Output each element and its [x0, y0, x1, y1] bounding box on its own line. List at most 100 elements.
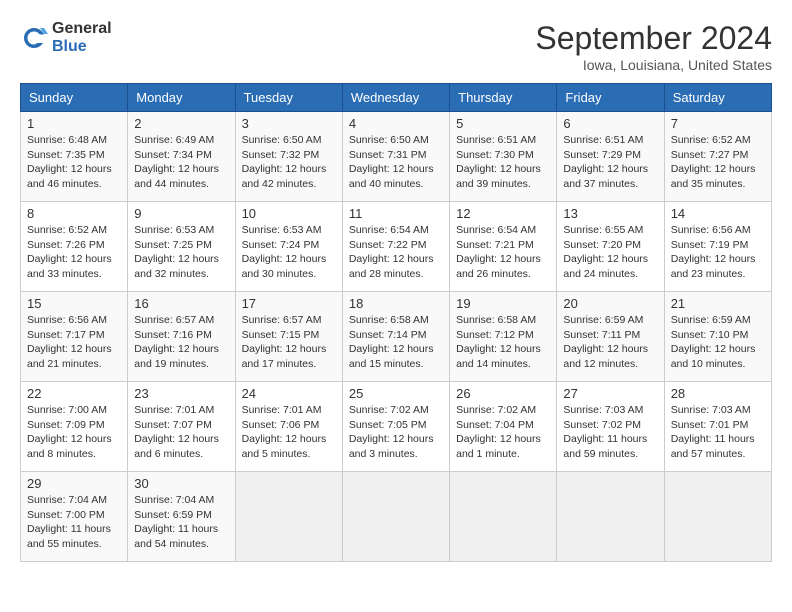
day-number: 21	[671, 296, 765, 311]
day-number: 20	[563, 296, 657, 311]
day-info: Sunrise: 7:03 AM Sunset: 7:02 PM Dayligh…	[563, 403, 657, 462]
day-number: 30	[134, 476, 228, 491]
day-number: 13	[563, 206, 657, 221]
calendar-week-row: 1 Sunrise: 6:48 AM Sunset: 7:35 PM Daylig…	[21, 112, 772, 202]
calendar-day-cell	[557, 472, 664, 562]
day-info: Sunrise: 6:53 AM Sunset: 7:24 PM Dayligh…	[242, 223, 336, 282]
calendar-day-cell	[664, 472, 771, 562]
day-of-week-header: Saturday	[664, 84, 771, 112]
day-info: Sunrise: 6:50 AM Sunset: 7:31 PM Dayligh…	[349, 133, 443, 192]
calendar-day-cell: 27 Sunrise: 7:03 AM Sunset: 7:02 PM Dayli…	[557, 382, 664, 472]
logo-general-text: General	[52, 20, 112, 38]
day-number: 12	[456, 206, 550, 221]
day-number: 6	[563, 116, 657, 131]
title-section: September 2024 Iowa, Louisiana, United S…	[535, 20, 772, 73]
day-number: 26	[456, 386, 550, 401]
calendar-week-row: 29 Sunrise: 7:04 AM Sunset: 7:00 PM Dayli…	[21, 472, 772, 562]
day-info: Sunrise: 6:51 AM Sunset: 7:29 PM Dayligh…	[563, 133, 657, 192]
calendar-subtitle: Iowa, Louisiana, United States	[535, 57, 772, 73]
page-header: General Blue September 2024 Iowa, Louisi…	[20, 20, 772, 73]
calendar-day-cell: 11Sunrise: 6:54 AM Sunset: 7:22 PM Dayli…	[342, 202, 449, 292]
day-number: 19	[456, 296, 550, 311]
calendar-day-cell: 8Sunrise: 6:52 AM Sunset: 7:26 PM Daylig…	[21, 202, 128, 292]
calendar-day-cell: 25Sunrise: 7:02 AM Sunset: 7:05 PM Dayli…	[342, 382, 449, 472]
calendar-day-cell: 14Sunrise: 6:56 AM Sunset: 7:19 PM Dayli…	[664, 202, 771, 292]
day-of-week-header: Tuesday	[235, 84, 342, 112]
calendar-day-cell: 30 Sunrise: 7:04 AM Sunset: 6:59 PM Dayli…	[128, 472, 235, 562]
calendar-day-cell: 19 Sunrise: 6:58 AM Sunset: 7:12 PM Dayli…	[450, 292, 557, 382]
day-number: 16	[134, 296, 228, 311]
day-number: 10	[242, 206, 336, 221]
day-info: Sunrise: 6:48 AM Sunset: 7:35 PM Dayligh…	[27, 133, 121, 192]
calendar-day-cell: 3 Sunrise: 6:50 AM Sunset: 7:32 PM Daylig…	[235, 112, 342, 202]
calendar-day-cell: 7 Sunrise: 6:52 AM Sunset: 7:27 PM Daylig…	[664, 112, 771, 202]
day-number: 22	[27, 386, 121, 401]
day-number: 17	[242, 296, 336, 311]
calendar-day-cell	[450, 472, 557, 562]
day-info: Sunrise: 6:51 AM Sunset: 7:30 PM Dayligh…	[456, 133, 550, 192]
day-info: Sunrise: 6:58 AM Sunset: 7:12 PM Dayligh…	[456, 313, 550, 372]
day-info: Sunrise: 6:56 AM Sunset: 7:19 PM Dayligh…	[671, 223, 765, 282]
calendar-day-cell: 21 Sunrise: 6:59 AM Sunset: 7:10 PM Dayli…	[664, 292, 771, 382]
day-number: 4	[349, 116, 443, 131]
day-info: Sunrise: 7:04 AM Sunset: 6:59 PM Dayligh…	[134, 493, 228, 552]
logo: General Blue	[20, 20, 112, 55]
day-info: Sunrise: 6:52 AM Sunset: 7:26 PM Dayligh…	[27, 223, 121, 282]
day-info: Sunrise: 7:01 AM Sunset: 7:06 PM Dayligh…	[242, 403, 336, 462]
calendar-day-cell: 6 Sunrise: 6:51 AM Sunset: 7:29 PM Daylig…	[557, 112, 664, 202]
day-number: 1	[27, 116, 121, 131]
calendar-day-cell: 2Sunrise: 6:49 AM Sunset: 7:34 PM Daylig…	[128, 112, 235, 202]
calendar-day-cell: 17 Sunrise: 6:57 AM Sunset: 7:15 PM Dayli…	[235, 292, 342, 382]
day-number: 2	[134, 116, 228, 131]
calendar-day-cell: 28Sunrise: 7:03 AM Sunset: 7:01 PM Dayli…	[664, 382, 771, 472]
day-info: Sunrise: 6:54 AM Sunset: 7:22 PM Dayligh…	[349, 223, 443, 282]
calendar-day-cell: 15 Sunrise: 6:56 AM Sunset: 7:17 PM Dayli…	[21, 292, 128, 382]
calendar-day-cell: 29 Sunrise: 7:04 AM Sunset: 7:00 PM Dayli…	[21, 472, 128, 562]
day-number: 23	[134, 386, 228, 401]
calendar-day-cell: 18 Sunrise: 6:58 AM Sunset: 7:14 PM Dayli…	[342, 292, 449, 382]
day-info: Sunrise: 7:02 AM Sunset: 7:04 PM Dayligh…	[456, 403, 550, 462]
day-info: Sunrise: 7:03 AM Sunset: 7:01 PM Dayligh…	[671, 403, 765, 462]
calendar-day-cell: 4 Sunrise: 6:50 AM Sunset: 7:31 PM Daylig…	[342, 112, 449, 202]
day-of-week-header: Friday	[557, 84, 664, 112]
calendar-table: SundayMondayTuesdayWednesdayThursdayFrid…	[20, 83, 772, 562]
calendar-day-cell: 22 Sunrise: 7:00 AM Sunset: 7:09 PM Dayli…	[21, 382, 128, 472]
calendar-day-cell: 10 Sunrise: 6:53 AM Sunset: 7:24 PM Dayli…	[235, 202, 342, 292]
day-number: 7	[671, 116, 765, 131]
calendar-day-cell: 26 Sunrise: 7:02 AM Sunset: 7:04 PM Dayli…	[450, 382, 557, 472]
calendar-day-cell	[342, 472, 449, 562]
day-number: 15	[27, 296, 121, 311]
day-of-week-header: Monday	[128, 84, 235, 112]
calendar-day-cell: 1 Sunrise: 6:48 AM Sunset: 7:35 PM Daylig…	[21, 112, 128, 202]
day-info: Sunrise: 6:53 AM Sunset: 7:25 PM Dayligh…	[134, 223, 228, 282]
day-info: Sunrise: 6:59 AM Sunset: 7:10 PM Dayligh…	[671, 313, 765, 372]
day-info: Sunrise: 6:57 AM Sunset: 7:15 PM Dayligh…	[242, 313, 336, 372]
day-number: 27	[563, 386, 657, 401]
calendar-day-cell: 23 Sunrise: 7:01 AM Sunset: 7:07 PM Dayli…	[128, 382, 235, 472]
day-info: Sunrise: 6:52 AM Sunset: 7:27 PM Dayligh…	[671, 133, 765, 192]
day-of-week-header: Sunday	[21, 84, 128, 112]
day-of-week-header: Wednesday	[342, 84, 449, 112]
calendar-week-row: 15 Sunrise: 6:56 AM Sunset: 7:17 PM Dayli…	[21, 292, 772, 382]
day-number: 18	[349, 296, 443, 311]
day-info: Sunrise: 6:58 AM Sunset: 7:14 PM Dayligh…	[349, 313, 443, 372]
day-info: Sunrise: 7:02 AM Sunset: 7:05 PM Dayligh…	[349, 403, 443, 462]
day-info: Sunrise: 6:56 AM Sunset: 7:17 PM Dayligh…	[27, 313, 121, 372]
day-of-week-header: Thursday	[450, 84, 557, 112]
day-info: Sunrise: 7:01 AM Sunset: 7:07 PM Dayligh…	[134, 403, 228, 462]
day-number: 9	[134, 206, 228, 221]
day-info: Sunrise: 6:59 AM Sunset: 7:11 PM Dayligh…	[563, 313, 657, 372]
day-info: Sunrise: 7:04 AM Sunset: 7:00 PM Dayligh…	[27, 493, 121, 552]
calendar-day-cell: 13Sunrise: 6:55 AM Sunset: 7:20 PM Dayli…	[557, 202, 664, 292]
calendar-title: September 2024	[535, 20, 772, 57]
day-number: 3	[242, 116, 336, 131]
logo-blue-text: Blue	[52, 38, 112, 56]
day-info: Sunrise: 6:57 AM Sunset: 7:16 PM Dayligh…	[134, 313, 228, 372]
calendar-day-cell: 5Sunrise: 6:51 AM Sunset: 7:30 PM Daylig…	[450, 112, 557, 202]
day-info: Sunrise: 6:50 AM Sunset: 7:32 PM Dayligh…	[242, 133, 336, 192]
day-number: 29	[27, 476, 121, 491]
calendar-day-cell: 12Sunrise: 6:54 AM Sunset: 7:21 PM Dayli…	[450, 202, 557, 292]
day-info: Sunrise: 7:00 AM Sunset: 7:09 PM Dayligh…	[27, 403, 121, 462]
calendar-day-cell: 9 Sunrise: 6:53 AM Sunset: 7:25 PM Daylig…	[128, 202, 235, 292]
logo-text: General Blue	[52, 20, 112, 55]
